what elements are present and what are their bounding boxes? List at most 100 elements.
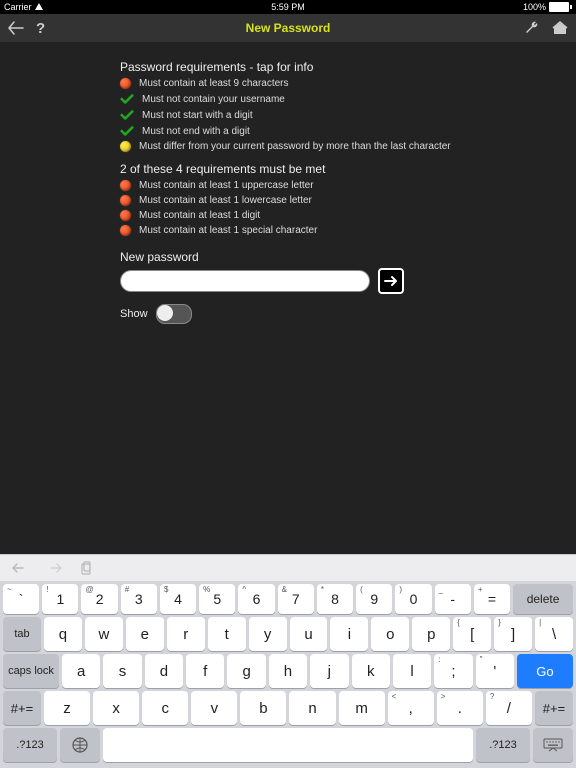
clipboard-icon[interactable] — [80, 561, 92, 575]
requirement-text: Must contain at least 1 digit — [139, 210, 260, 221]
home-icon[interactable] — [552, 20, 568, 36]
battery-label: 100% — [523, 2, 546, 12]
key-][interactable]: }] — [494, 617, 532, 651]
key-l[interactable]: l — [393, 654, 431, 688]
key-dismiss-keyboard[interactable] — [533, 728, 573, 762]
key-capslock[interactable]: caps lock — [3, 654, 59, 688]
key-;[interactable]: :; — [434, 654, 472, 688]
key-2[interactable]: @2 — [81, 584, 117, 614]
key-v[interactable]: v — [191, 691, 237, 725]
key-y[interactable]: y — [249, 617, 287, 651]
requirement-item[interactable]: Must not contain your username — [120, 93, 576, 105]
status-bar: Carrier 5:59 PM 100% — [0, 0, 576, 14]
key-shift-right[interactable]: #+= — [535, 691, 573, 725]
key-z[interactable]: z — [44, 691, 90, 725]
redo-icon[interactable] — [46, 562, 62, 574]
key-f[interactable]: f — [186, 654, 224, 688]
key-s[interactable]: s — [103, 654, 141, 688]
status-dot-yellow — [120, 141, 131, 152]
key-numbers-right[interactable]: .?123 — [476, 728, 530, 762]
arrow-right-icon — [384, 275, 398, 287]
requirement-text: Must contain at least 1 uppercase letter — [139, 180, 314, 191]
requirement-item[interactable]: Must contain at least 9 characters — [120, 78, 576, 89]
key-1[interactable]: !1 — [42, 584, 78, 614]
requirement-text: Must contain at least 9 characters — [139, 78, 289, 89]
check-icon — [120, 125, 134, 137]
help-icon[interactable]: ? — [36, 20, 45, 37]
key-numbers-left[interactable]: .?123 — [3, 728, 57, 762]
requirement-item[interactable]: Must differ from your current password b… — [120, 141, 576, 152]
key-a[interactable]: a — [62, 654, 100, 688]
requirements-title[interactable]: Password requirements - tap for info — [120, 60, 576, 74]
key-\[interactable]: |\ — [535, 617, 573, 651]
requirement-text: Must not contain your username — [142, 94, 285, 105]
requirement-item[interactable]: Must contain at least 1 digit — [120, 210, 576, 221]
key-/[interactable]: ?/ — [486, 691, 532, 725]
status-dot-red — [120, 210, 131, 221]
requirement-item[interactable]: Must not start with a digit — [120, 109, 576, 121]
key-shift-left[interactable]: #+= — [3, 691, 41, 725]
key-globe[interactable] — [60, 728, 100, 762]
key-6[interactable]: ^6 — [238, 584, 274, 614]
requirement-text: Must contain at least 1 special characte… — [139, 225, 317, 236]
new-password-input[interactable] — [120, 270, 370, 292]
key-d[interactable]: d — [145, 654, 183, 688]
key-g[interactable]: g — [227, 654, 265, 688]
battery-icon — [549, 2, 572, 12]
key-.[interactable]: >. — [437, 691, 483, 725]
key-tab[interactable]: tab — [3, 617, 41, 651]
key-x[interactable]: x — [93, 691, 139, 725]
key-k[interactable]: k — [352, 654, 390, 688]
key-u[interactable]: u — [290, 617, 328, 651]
key-7[interactable]: &7 — [278, 584, 314, 614]
key--[interactable]: _- — [435, 584, 471, 614]
status-time: 5:59 PM — [271, 2, 305, 12]
key-3[interactable]: #3 — [121, 584, 157, 614]
back-icon[interactable] — [8, 21, 24, 35]
key-`[interactable]: ~` — [3, 584, 39, 614]
key-e[interactable]: e — [126, 617, 164, 651]
requirement-item[interactable]: Must contain at least 1 uppercase letter — [120, 180, 576, 191]
key-=[interactable]: += — [474, 584, 510, 614]
key-n[interactable]: n — [289, 691, 335, 725]
requirement-item[interactable]: Must contain at least 1 special characte… — [120, 225, 576, 236]
key-r[interactable]: r — [167, 617, 205, 651]
key-8[interactable]: *8 — [317, 584, 353, 614]
key-o[interactable]: o — [371, 617, 409, 651]
status-dot-red — [120, 225, 131, 236]
key-c[interactable]: c — [142, 691, 188, 725]
key-delete[interactable]: delete — [513, 584, 573, 614]
submit-button[interactable] — [378, 268, 404, 294]
requirement-text: Must contain at least 1 lowercase letter — [139, 195, 312, 206]
nav-bar: ? New Password — [0, 14, 576, 42]
key-b[interactable]: b — [240, 691, 286, 725]
key-m[interactable]: m — [339, 691, 385, 725]
key-j[interactable]: j — [310, 654, 348, 688]
show-password-toggle[interactable] — [156, 304, 192, 324]
key-,[interactable]: <, — [388, 691, 434, 725]
key-space[interactable] — [103, 728, 473, 762]
key-p[interactable]: p — [412, 617, 450, 651]
check-icon — [120, 109, 134, 121]
key-i[interactable]: i — [330, 617, 368, 651]
key-go[interactable]: Go — [517, 654, 573, 688]
key-w[interactable]: w — [85, 617, 123, 651]
requirement-item[interactable]: Must not end with a digit — [120, 125, 576, 137]
key-4[interactable]: $4 — [160, 584, 196, 614]
undo-icon[interactable] — [12, 562, 28, 574]
key-'[interactable]: "' — [476, 654, 514, 688]
key-q[interactable]: q — [44, 617, 82, 651]
key-9[interactable]: (9 — [356, 584, 392, 614]
content-area: Password requirements - tap for info Mus… — [0, 42, 576, 324]
requirement-item[interactable]: Must contain at least 1 lowercase letter — [120, 195, 576, 206]
key-[[interactable]: {[ — [453, 617, 491, 651]
check-icon — [120, 93, 134, 105]
key-0[interactable]: )0 — [395, 584, 431, 614]
new-password-label: New password — [120, 250, 576, 264]
wrench-icon[interactable] — [524, 20, 540, 36]
key-h[interactable]: h — [269, 654, 307, 688]
key-5[interactable]: %5 — [199, 584, 235, 614]
requirement-text: Must not start with a digit — [142, 110, 253, 121]
key-t[interactable]: t — [208, 617, 246, 651]
page-title: New Password — [246, 21, 331, 35]
